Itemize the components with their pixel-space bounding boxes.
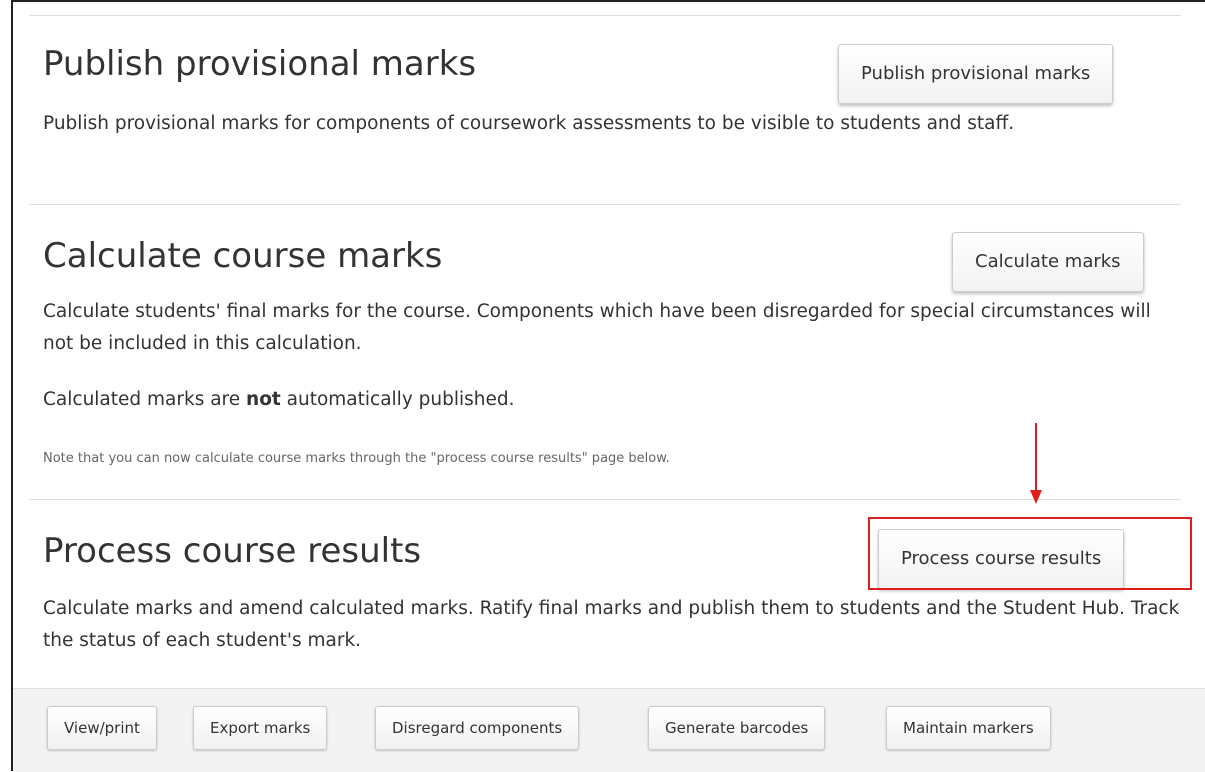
view-print-button[interactable]: View/print	[47, 706, 157, 750]
calculate-section: Calculate course marks Calculate marks C…	[29, 232, 1181, 482]
calculate-small-note: Note that you can now calculate course m…	[43, 451, 670, 466]
annotation-arrow-line	[1035, 423, 1037, 493]
generate-barcodes-button[interactable]: Generate barcodes	[648, 706, 826, 750]
process-description: Calculate marks and amend calculated mar…	[43, 598, 1180, 651]
publish-section: Publish provisional marks Publish provis…	[29, 44, 1181, 184]
top-divider	[29, 15, 1181, 16]
publish-heading: Publish provisional marks	[43, 44, 477, 84]
published-note-bold: not	[246, 389, 281, 410]
calculate-description: Calculate students' final marks for the …	[43, 301, 1151, 354]
calculate-heading: Calculate course marks	[43, 236, 443, 276]
export-marks-button[interactable]: Export marks	[193, 706, 328, 750]
disregard-components-button[interactable]: Disregard components	[375, 706, 580, 750]
calculate-published-note: Calculated marks are not automatically p…	[43, 384, 1183, 416]
annotation-arrow-head-icon	[1030, 490, 1042, 504]
process-section: Process course results Process course re…	[29, 529, 1181, 669]
calculate-marks-button[interactable]: Calculate marks	[952, 232, 1144, 292]
maintain-markers-button[interactable]: Maintain markers	[886, 706, 1051, 750]
section-divider	[29, 204, 1181, 205]
publish-provisional-marks-button[interactable]: Publish provisional marks	[838, 44, 1114, 104]
published-note-before: Calculated marks are	[43, 389, 247, 410]
published-note-after: automatically published.	[280, 389, 515, 410]
footer-action-bar: View/print Export marks Disregard compon…	[13, 688, 1205, 772]
publish-description: Publish provisional marks for components…	[43, 113, 1015, 134]
section-divider	[29, 499, 1181, 500]
process-course-results-button[interactable]: Process course results	[878, 529, 1125, 589]
process-heading: Process course results	[43, 531, 422, 571]
